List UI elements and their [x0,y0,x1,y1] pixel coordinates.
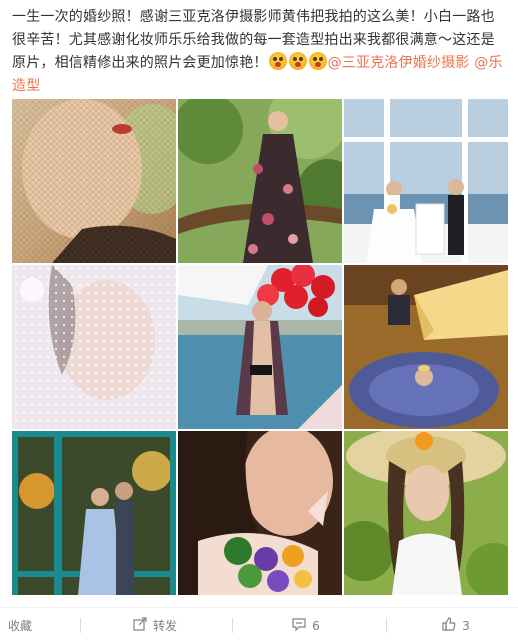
surprised-face-emoji-icon [268,52,287,70]
mention-link-studio[interactable]: @三亚克洛伊婚纱摄影 [328,55,470,71]
photo-thumbnail-7[interactable] [12,431,176,595]
photo-image [12,99,176,263]
photo-thumbnail-4[interactable] [12,265,176,429]
photo-image [178,99,342,263]
like-button[interactable]: 3 [439,608,473,643]
share-icon [133,617,147,634]
favorite-button[interactable]: 收藏 [0,608,40,643]
photo-thumbnail-3[interactable] [344,99,508,263]
action-bar: 收藏 转发 6 3 [0,607,518,643]
photo-image [12,431,176,595]
divider [232,618,233,633]
like-count: 3 [462,618,470,633]
photo-thumbnail-6[interactable] [344,265,508,429]
photo-image [344,99,508,263]
photo-thumbnail-1[interactable] [12,99,176,263]
photo-image [344,431,508,595]
comment-icon [292,617,306,634]
surprised-face-emoji-icon [308,52,327,70]
photo-image [178,265,342,429]
repost-label: 转发 [152,619,177,633]
comment-button[interactable]: 6 [289,608,323,643]
divider [80,618,81,633]
post-body: 一生一次的婚纱照！感谢三亚克洛伊摄影师黄伟把我拍的这么美！小白一路也很辛苦！尤其… [12,6,508,98]
photo-thumbnail-8[interactable] [178,431,342,595]
comment-count: 6 [312,618,320,633]
favorite-label: 收藏 [7,619,32,633]
repost-button[interactable]: 转发 [129,608,181,643]
photo-image [12,265,176,429]
photo-image [178,431,342,595]
photo-grid [12,99,508,600]
photo-thumbnail-9[interactable] [344,431,508,595]
photo-thumbnail-2[interactable] [178,99,342,263]
thumbs-up-icon [442,617,456,634]
surprised-face-emoji-icon [288,52,307,70]
divider [386,618,387,633]
photo-image [344,265,508,429]
photo-thumbnail-5[interactable] [178,265,342,429]
